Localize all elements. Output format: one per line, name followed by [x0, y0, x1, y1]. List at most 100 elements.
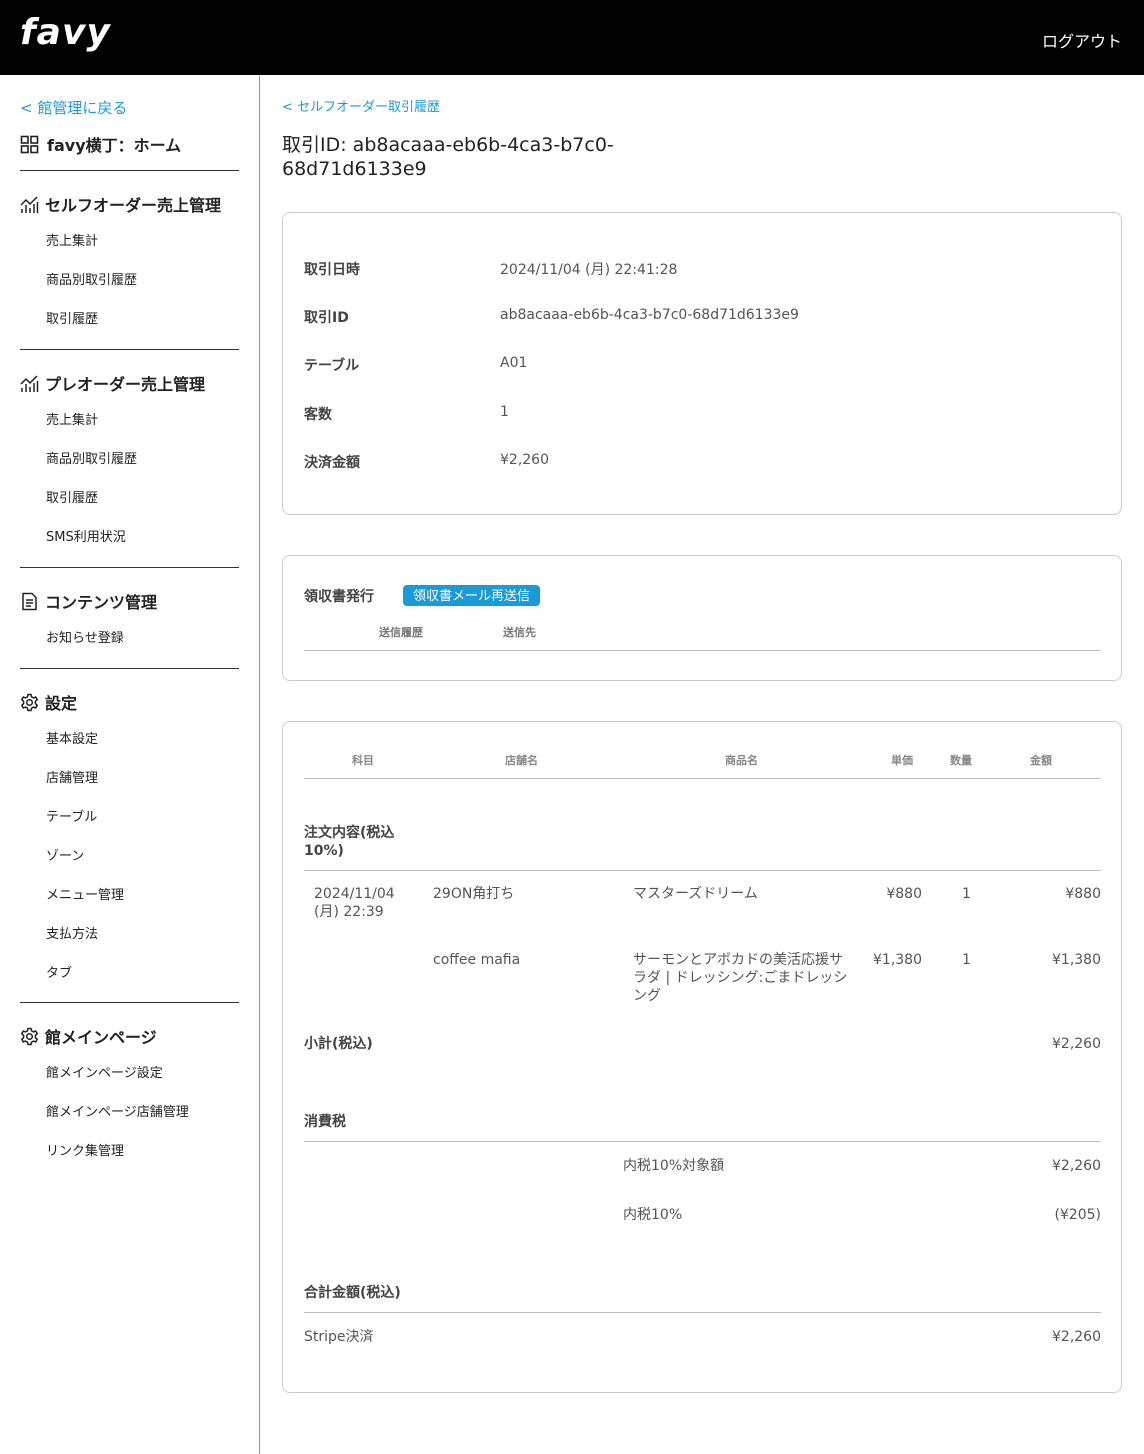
sidebar-section-preorder: プレオーダー売上管理 売上集計 商品別取引履歴 取引履歴 SMS利用状況	[20, 349, 239, 557]
document-icon	[20, 592, 39, 611]
sidebar-item-product-history[interactable]: 商品別取引履歴	[46, 440, 239, 479]
sidebar-section-selforder: セルフオーダー売上管理 売上集計 商品別取引履歴 取引履歴	[20, 170, 239, 339]
info-label: テーブル	[304, 358, 360, 374]
sidebar-section-title: 館メインページ	[45, 1028, 157, 1047]
col-header-item: 商品名	[725, 754, 758, 767]
divider	[20, 567, 239, 568]
sidebar-item-sms-usage[interactable]: SMS利用状況	[46, 518, 239, 557]
page-title: 取引ID: ab8acaaa-eb6b-4ca3-b7c0-68d71d6133…	[282, 134, 614, 180]
info-value: 2024/11/04 (月) 22:41:28	[500, 262, 678, 278]
sidebar-section-main-page: 館メインページ 館メインページ設定 館メインページ店舗管理 リンク集管理	[20, 1002, 239, 1171]
info-label: 取引日時	[304, 262, 360, 278]
divider	[304, 1312, 1101, 1313]
sidebar-item-table[interactable]: テーブル	[46, 798, 239, 837]
chart-icon	[20, 195, 39, 214]
tax-row-value: ¥2,260	[1052, 1158, 1101, 1174]
order-row-qty: 1	[962, 886, 971, 902]
sidebar-section-header: 設定	[20, 691, 239, 713]
chart-icon	[20, 374, 39, 393]
divider	[304, 778, 1101, 779]
col-header-unit-price: 単価	[891, 754, 913, 767]
tax-section-label: 消費税	[304, 1114, 346, 1130]
divider	[304, 650, 1101, 651]
sidebar-item-links[interactable]: リンク集管理	[46, 1132, 239, 1171]
sidebar-section-title: 設定	[45, 694, 78, 713]
sidebar-item-product-history[interactable]: 商品別取引履歴	[46, 261, 239, 300]
sidebar-section-title: コンテンツ管理	[45, 593, 158, 612]
logout-button[interactable]: ログアウト	[1042, 28, 1122, 52]
sidebar-item-main-page-stores[interactable]: 館メインページ店舗管理	[46, 1093, 239, 1132]
favy-logo[interactable]: favy	[20, 12, 111, 53]
info-value: ab8acaaa-eb6b-4ca3-b7c0-68d71d6133e9	[500, 307, 799, 323]
divider	[304, 870, 1101, 871]
sidebar-section-settings: 設定 基本設定 店舗管理 テーブル ゾーン メニュー管理 支払方法 タブ	[20, 668, 239, 993]
divider	[20, 1002, 239, 1003]
subtotal-value: ¥2,260	[1052, 1036, 1101, 1052]
sidebar-item-transaction-history[interactable]: 取引履歴	[46, 300, 239, 339]
order-row-price: ¥1,380	[873, 952, 922, 968]
transaction-info-card: 取引日時 2024/11/04 (月) 22:41:28 取引ID ab8aca…	[282, 212, 1122, 515]
order-row-amount: ¥880	[1065, 886, 1101, 902]
payment-value: ¥2,260	[1052, 1329, 1101, 1345]
info-label: 取引ID	[304, 310, 349, 326]
sidebar-item-zone[interactable]: ゾーン	[46, 837, 239, 876]
total-section-label: 合計金額(税込)	[304, 1285, 401, 1301]
grid-icon	[20, 135, 39, 154]
sidebar-item-tab[interactable]: タブ	[46, 954, 239, 993]
divider	[20, 170, 239, 171]
sidebar-home-link[interactable]: favy横丁：ホーム	[20, 132, 181, 156]
sidebar-section-content: コンテンツ管理 お知らせ登録	[20, 567, 239, 658]
col-header-qty: 数量	[950, 754, 972, 767]
tax-row-label: 内税10%	[623, 1207, 683, 1223]
order-section-label: 注文内容(税込10%)	[304, 825, 395, 859]
receipt-card: 領収書発行 領収書メール再送信 送信履歴 送信先	[282, 555, 1122, 681]
payment-method-label: Stripe決済	[304, 1329, 374, 1345]
col-header-subject: 科目	[352, 754, 374, 767]
tax-row-label: 内税10%対象額	[623, 1158, 725, 1174]
breadcrumb-back-link[interactable]: < セルフオーダー取引履歴	[282, 96, 440, 115]
sidebar-item-payment-methods[interactable]: 支払方法	[46, 915, 239, 954]
divider	[20, 349, 239, 350]
sidebar-item-sales-summary[interactable]: 売上集計	[46, 222, 239, 261]
sidebar-item-menu-management[interactable]: メニュー管理	[46, 876, 239, 915]
sidebar: < 館管理に戻る favy横丁：ホーム セルフオーダー売上管理 売上集計 商品別…	[0, 75, 260, 1454]
sidebar-section-header: 館メインページ	[20, 1025, 239, 1047]
sidebar-section-header: セルフオーダー売上管理	[20, 193, 239, 215]
info-label: 客数	[304, 407, 332, 423]
sidebar-section-title: セルフオーダー売上管理	[45, 196, 222, 215]
col-header-amount: 金額	[1030, 754, 1052, 767]
info-value: ¥2,260	[500, 452, 549, 468]
order-row-qty: 1	[962, 952, 971, 968]
col-send-history: 送信履歴	[379, 626, 423, 639]
col-send-to: 送信先	[503, 626, 536, 639]
sidebar-section-title: プレオーダー売上管理	[45, 375, 206, 394]
sidebar-section-header: コンテンツ管理	[20, 590, 239, 612]
sidebar-item-transaction-history[interactable]: 取引履歴	[46, 479, 239, 518]
order-row-price: ¥880	[886, 886, 922, 902]
sidebar-section-header: プレオーダー売上管理	[20, 372, 239, 394]
order-row-item: サーモンとアボカドの美活応援サラダ | ドレッシング:ごまドレッシング	[633, 952, 848, 1004]
gear-icon	[20, 693, 39, 712]
info-value: 1	[500, 404, 509, 420]
sidebar-item-news[interactable]: お知らせ登録	[46, 619, 239, 658]
divider	[20, 668, 239, 669]
sidebar-item-sales-summary[interactable]: 売上集計	[46, 401, 239, 440]
receipt-label: 領収書発行	[304, 589, 374, 605]
order-row-store: 29ON角打ち	[433, 886, 515, 902]
order-row-store: coffee mafia	[433, 952, 521, 968]
sidebar-item-store-management[interactable]: 店舗管理	[46, 759, 239, 798]
info-value: A01	[500, 355, 528, 371]
tax-row-value: (¥205)	[1054, 1207, 1101, 1223]
divider	[304, 1141, 1101, 1142]
sidebar-item-basic-settings[interactable]: 基本設定	[46, 720, 239, 759]
back-to-building-link[interactable]: < 館管理に戻る	[20, 97, 127, 118]
order-detail-card: 科目 店舗名 商品名 単価 数量 金額 注文内容(税込10%) 2024/11/…	[282, 721, 1122, 1393]
subtotal-label: 小計(税込)	[304, 1036, 373, 1052]
gear-icon	[20, 1027, 39, 1046]
sidebar-item-main-page-settings[interactable]: 館メインページ設定	[46, 1054, 239, 1093]
info-label: 決済金額	[304, 455, 360, 471]
col-header-store: 店舗名	[505, 754, 538, 767]
order-row-date: 2024/11/04 (月) 22:39	[314, 886, 395, 920]
order-row-item: マスターズドリーム	[633, 886, 758, 902]
resend-receipt-button[interactable]: 領収書メール再送信	[403, 585, 541, 606]
